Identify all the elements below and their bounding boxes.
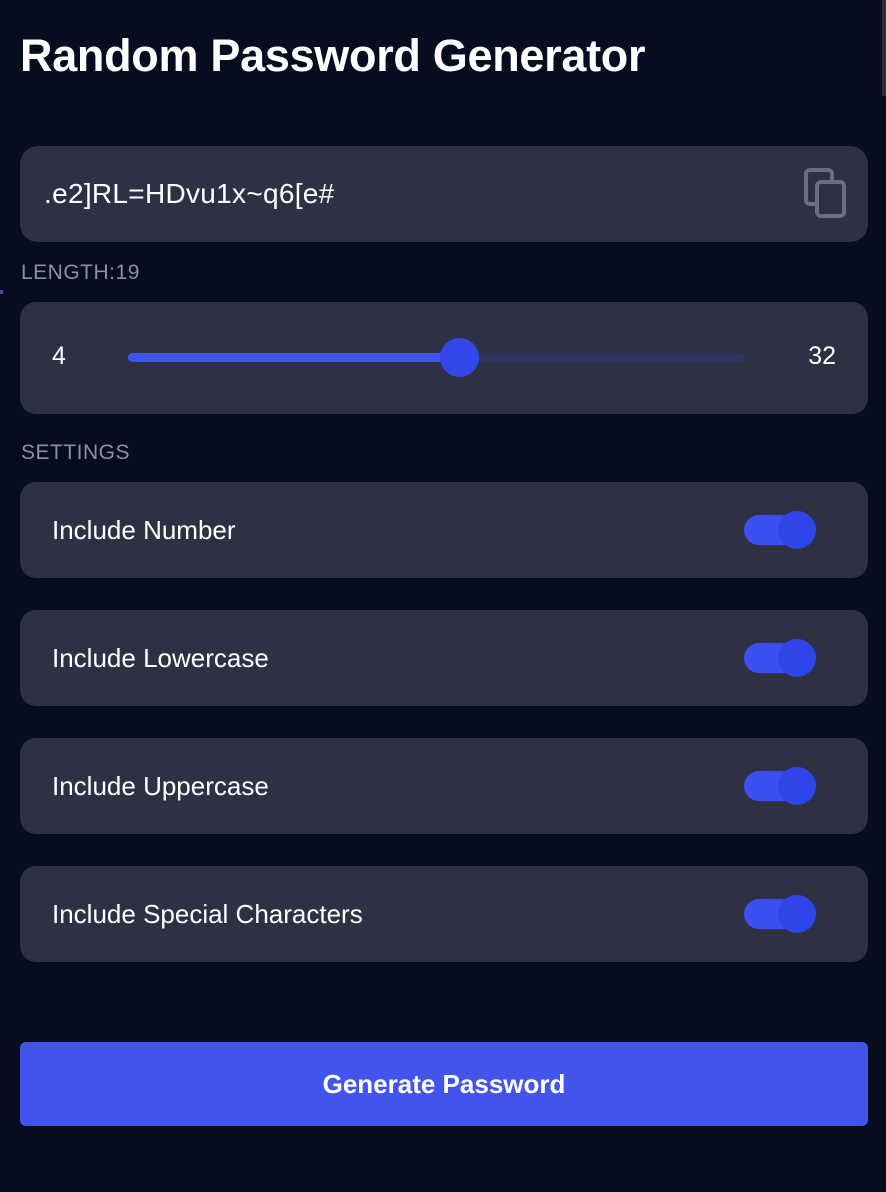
setting-include-special-characters: Include Special Characters [20, 866, 868, 962]
toggle-knob [778, 639, 816, 677]
slider-fill [128, 353, 459, 362]
password-generator-app: Random Password Generator .e2]RL=HDvu1x~… [0, 0, 886, 1192]
toggle-knob [778, 767, 816, 805]
password-text[interactable]: .e2]RL=HDvu1x~q6[e# [44, 178, 335, 210]
toggle-knob [778, 895, 816, 933]
length-slider-panel: 4 32 [20, 302, 868, 414]
background-edge-artifact [882, 0, 886, 96]
setting-include-lowercase: Include Lowercase [20, 610, 868, 706]
include-lowercase-toggle[interactable] [744, 639, 816, 677]
length-label: LENGTH:19 [21, 261, 140, 284]
generate-password-button[interactable]: Generate Password [20, 1042, 868, 1126]
setting-include-uppercase: Include Uppercase [20, 738, 868, 834]
toggle-knob [778, 511, 816, 549]
setting-label: Include Number [52, 515, 236, 545]
copy-icon[interactable] [804, 168, 848, 220]
include-number-toggle[interactable] [744, 511, 816, 549]
setting-label: Include Special Characters [52, 899, 363, 929]
length-slider[interactable] [128, 338, 745, 377]
slider-thumb[interactable] [440, 338, 479, 377]
setting-label: Include Lowercase [52, 643, 269, 673]
settings-label: SETTINGS [21, 441, 131, 464]
include-uppercase-toggle[interactable] [744, 767, 816, 805]
include-special-characters-toggle[interactable] [744, 895, 816, 933]
background-edge-artifact [0, 290, 3, 294]
slider-min-label: 4 [52, 342, 66, 370]
page-title: Random Password Generator [20, 30, 646, 81]
setting-include-number: Include Number [20, 482, 868, 578]
slider-max-label: 32 [808, 342, 836, 370]
password-display: .e2]RL=HDvu1x~q6[e# [20, 146, 868, 242]
setting-label: Include Uppercase [52, 771, 269, 801]
